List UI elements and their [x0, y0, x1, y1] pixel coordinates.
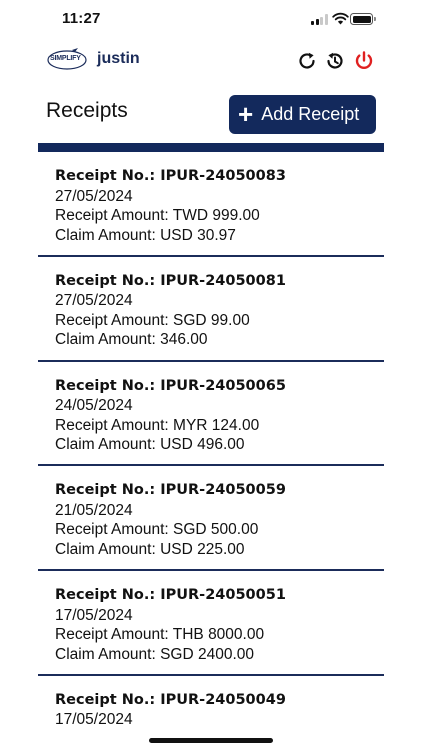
receipt-amount: Receipt Amount: MYR 124.00 — [55, 416, 260, 434]
receipt-number: Receipt No.: IPUR-24050051 — [55, 585, 384, 606]
receipt-date: 17/05/2024 — [55, 711, 133, 724]
receipt-number: Receipt No.: IPUR-24050081 — [55, 271, 384, 292]
receipt-number-label: Receipt No.: — [55, 168, 161, 184]
receipt-number-value: IPUR-24050051 — [160, 587, 286, 604]
receipt-list-item[interactable]: Receipt No.: IPUR-24050065 24/05/2024 Rece… — [38, 362, 384, 467]
receipt-number: Receipt No.: IPUR-24050083 — [55, 166, 384, 187]
receipt-number: Receipt No.: IPUR-24050065 — [55, 376, 384, 397]
user-name: justin — [97, 50, 140, 67]
cellular-signal-icon — [311, 14, 328, 25]
power-icon[interactable] — [353, 50, 375, 72]
receipt-number-label: Receipt No.: — [55, 377, 161, 394]
receipt-number-value: IPUR-24050083 — [160, 168, 286, 184]
receipt-number-value: IPUR-24050049 — [160, 691, 286, 708]
receipt-list-item[interactable]: Receipt No.: IPUR-24050081 27/05/2024 Rece… — [38, 257, 384, 362]
receipt-amount: Receipt Amount: THB 8000.00 — [55, 626, 265, 644]
receipt-number-label: Receipt No.: — [55, 272, 161, 289]
status-time: 11:27 — [62, 10, 101, 27]
receipt-date: 24/05/2024 — [55, 397, 133, 415]
receipt-list-item[interactable]: Receipt No.: IPUR-24050051 17/05/2024 Rece… — [38, 571, 384, 676]
receipt-number-value: IPUR-24050081 — [160, 272, 286, 289]
claim-amount: Claim Amount: USD 30.97 — [55, 226, 236, 244]
receipt-list[interactable]: Receipt No.: IPUR-24050083 27/05/2024 Rece… — [38, 152, 384, 724]
add-receipt-button[interactable]: + Add Receipt — [229, 95, 376, 134]
status-bar: 11:27 — [0, 0, 422, 40]
receipt-date: 21/05/2024 — [55, 501, 133, 519]
history-icon[interactable] — [324, 50, 346, 72]
receipt-number-label: Receipt No.: — [55, 482, 161, 499]
wifi-icon — [332, 12, 349, 25]
claim-amount: Claim Amount: SGD 2400.00 — [55, 645, 255, 663]
receipt-number-value: IPUR-24050065 — [160, 377, 286, 394]
page-title: Receipts — [46, 99, 128, 122]
plus-icon: + — [238, 98, 254, 129]
receipt-amount: Receipt Amount: SGD 99.00 — [55, 311, 250, 329]
receipt-number: Receipt No.: IPUR-24050059 — [55, 480, 384, 501]
list-top-divider — [38, 143, 384, 152]
receipt-list-item[interactable]: Receipt No.: IPUR-24050049 17/05/2024 — [38, 676, 384, 724]
receipt-number: Receipt No.: IPUR-24050049 — [55, 690, 384, 711]
claim-amount: Claim Amount: USD 225.00 — [55, 540, 245, 558]
refresh-icon[interactable] — [296, 50, 318, 72]
receipt-number-label: Receipt No.: — [55, 691, 161, 708]
home-indicator[interactable] — [149, 738, 273, 743]
receipt-amount: Receipt Amount: TWD 999.00 — [55, 207, 260, 224]
receipt-date: 27/05/2024 — [55, 292, 133, 310]
receipt-list-item[interactable]: Receipt No.: IPUR-24050083 27/05/2024 Rece… — [38, 152, 384, 257]
receipt-date: 27/05/2024 — [55, 187, 133, 205]
simplify-logo: SIMPLIFY — [46, 46, 88, 74]
claim-amount: Claim Amount: 346.00 — [55, 331, 208, 349]
logo-text: SIMPLIFY — [50, 55, 81, 62]
add-receipt-label: Add Receipt — [261, 104, 360, 124]
battery-icon — [350, 13, 376, 25]
receipt-list-item[interactable]: Receipt No.: IPUR-24050059 21/05/2024 Rece… — [38, 466, 384, 572]
receipt-date: 17/05/2024 — [55, 606, 133, 624]
screen: 11:27 SIMPLIFY justin Receipts + Add Rec… — [0, 0, 422, 750]
receipt-amount: Receipt Amount: SGD 500.00 — [55, 521, 259, 539]
claim-amount: Claim Amount: USD 496.00 — [55, 436, 245, 454]
receipt-number-label: Receipt No.: — [55, 587, 161, 604]
receipt-number-value: IPUR-24050059 — [160, 482, 286, 499]
